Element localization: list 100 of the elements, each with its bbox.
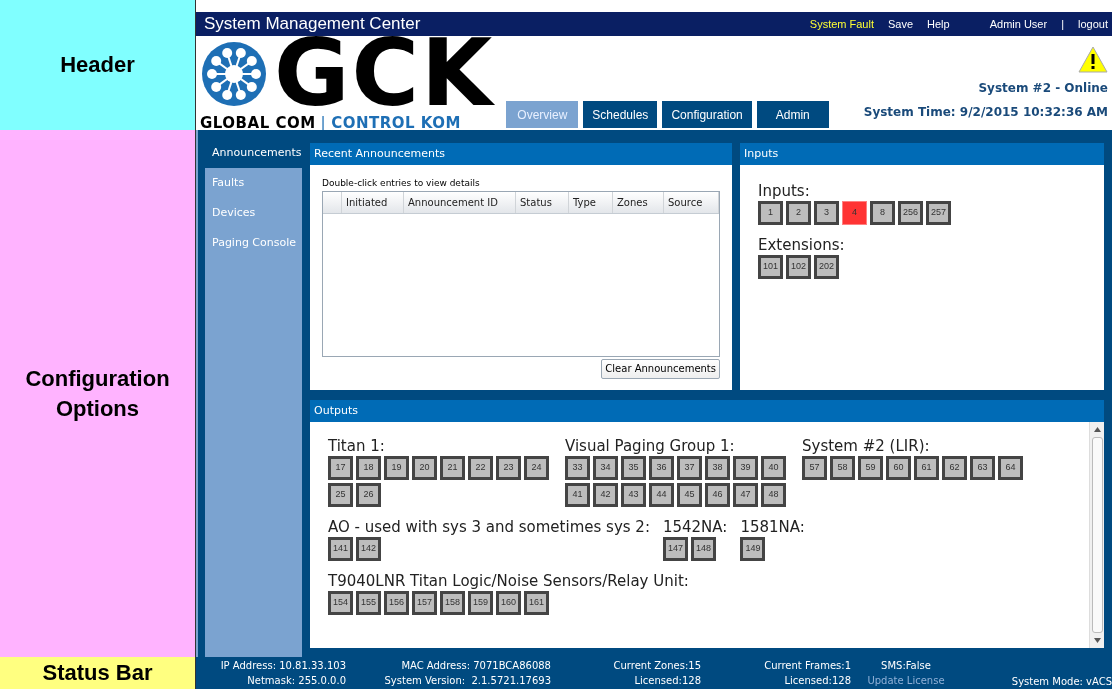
header-link[interactable]: Help bbox=[927, 15, 950, 33]
logo-text: CONTROL KOM bbox=[331, 113, 461, 134]
clear-announcements-button[interactable]: Clear Announcements bbox=[601, 358, 720, 379]
scroll-down-icon[interactable] bbox=[1093, 638, 1101, 643]
output-tile[interactable]: 160 bbox=[496, 591, 521, 615]
output-tile[interactable]: 37 bbox=[677, 456, 702, 480]
status-text: Netmask: 255.0.0.0 bbox=[247, 674, 346, 688]
output-tile[interactable]: 62 bbox=[942, 456, 967, 480]
output-tile[interactable]: 63 bbox=[970, 456, 995, 480]
scroll-up-icon[interactable] bbox=[1093, 427, 1101, 432]
status-text: System Version: 2.1.5721.17693 bbox=[384, 674, 551, 688]
output-tile[interactable]: 58 bbox=[830, 456, 855, 480]
output-tile[interactable]: 1 bbox=[758, 201, 783, 225]
output-tile[interactable]: 24 bbox=[524, 456, 549, 480]
output-tile[interactable]: 159 bbox=[468, 591, 493, 615]
output-tile[interactable]: 60 bbox=[886, 456, 911, 480]
output-tile[interactable]: 34 bbox=[593, 456, 618, 480]
update-license-link[interactable]: Update License bbox=[867, 673, 945, 688]
logo-text: GLOBAL COM bbox=[200, 113, 316, 134]
output-tile[interactable]: 42 bbox=[593, 483, 618, 507]
output-tile[interactable]: 47 bbox=[733, 483, 758, 507]
annotation-band: Status Bar bbox=[0, 657, 195, 689]
header-link[interactable]: logout bbox=[1078, 15, 1108, 33]
column-header[interactable]: Type bbox=[569, 191, 613, 213]
output-tile[interactable]: 20 bbox=[412, 456, 437, 480]
sidebar-item[interactable]: Announcements bbox=[205, 138, 302, 168]
output-tile[interactable]: 46 bbox=[705, 483, 730, 507]
output-tile[interactable]: 22 bbox=[468, 456, 493, 480]
output-tile[interactable]: 161 bbox=[524, 591, 549, 615]
output-tile[interactable]: 40 bbox=[761, 456, 786, 480]
group-label: 1581NA: bbox=[740, 517, 805, 537]
output-tile[interactable]: 148 bbox=[690, 537, 716, 561]
output-tile[interactable]: 3 bbox=[814, 201, 839, 225]
output-tile[interactable]: 147 bbox=[662, 537, 688, 561]
output-tile[interactable]: 257 bbox=[926, 201, 951, 225]
app-title: System Management Center bbox=[204, 13, 421, 36]
output-tile[interactable]: 141 bbox=[328, 537, 353, 561]
output-tile[interactable]: 38 bbox=[705, 456, 730, 480]
group-label: Visual Paging Group 1: bbox=[565, 436, 736, 456]
annotation-band: Configuration Options bbox=[0, 130, 195, 657]
nav-tab[interactable]: Configuration bbox=[662, 101, 752, 128]
nav-tab[interactable]: Schedules bbox=[583, 101, 658, 128]
output-tile[interactable]: 23 bbox=[496, 456, 521, 480]
output-tile[interactable]: 33 bbox=[565, 456, 590, 480]
output-tile[interactable]: 4 bbox=[842, 201, 867, 225]
output-tile[interactable]: 59 bbox=[858, 456, 883, 480]
output-tile[interactable]: 21 bbox=[440, 456, 465, 480]
column-header[interactable]: Initiated bbox=[342, 191, 404, 213]
status-text: SMS:False bbox=[881, 659, 931, 673]
output-tile[interactable]: 158 bbox=[440, 591, 465, 615]
status-text: Licensed:128 bbox=[784, 674, 851, 688]
header-link[interactable]: System Fault bbox=[809, 15, 874, 33]
output-tile[interactable]: 202 bbox=[814, 255, 839, 279]
group-label: Titan 1: bbox=[328, 436, 386, 456]
column-header[interactable]: Zones bbox=[613, 191, 664, 213]
output-tile[interactable]: 19 bbox=[384, 456, 409, 480]
output-tile[interactable]: 35 bbox=[621, 456, 646, 480]
group-label: 1542NA: bbox=[662, 517, 728, 537]
column-header[interactable]: Announcement ID bbox=[404, 191, 516, 213]
output-tile[interactable]: 155 bbox=[356, 591, 381, 615]
output-tile[interactable]: 17 bbox=[328, 456, 353, 480]
output-tile[interactable]: 48 bbox=[761, 483, 786, 507]
output-tile[interactable]: 154 bbox=[328, 591, 353, 615]
output-tile[interactable]: 61 bbox=[914, 456, 939, 480]
output-tile[interactable]: 64 bbox=[998, 456, 1023, 480]
status-text: Current Frames:1 bbox=[764, 659, 851, 673]
output-tile[interactable]: 2 bbox=[786, 201, 811, 225]
group-label: T9040LNR Titan Logic/Noise Sensors/Relay Unit: bbox=[328, 571, 689, 591]
output-tile[interactable]: 41 bbox=[565, 483, 590, 507]
output-tile[interactable]: 142 bbox=[356, 537, 381, 561]
output-tile[interactable]: 25 bbox=[328, 483, 353, 507]
column-header[interactable]: Source bbox=[664, 191, 719, 213]
output-tile[interactable]: 45 bbox=[677, 483, 702, 507]
nav-tab[interactable]: Admin bbox=[756, 101, 829, 128]
network-logo-icon bbox=[200, 40, 268, 108]
output-tile[interactable]: 26 bbox=[356, 483, 381, 507]
warning-icon bbox=[1078, 46, 1108, 73]
output-tile[interactable]: 256 bbox=[898, 201, 923, 225]
group-label: AO - used with sys 3 and sometimes sys 2: bbox=[328, 517, 650, 537]
scrollbar[interactable] bbox=[1089, 422, 1104, 648]
output-tile[interactable]: 157 bbox=[412, 591, 437, 615]
output-tile[interactable]: 101 bbox=[758, 255, 783, 279]
system-status: System #2 - Online bbox=[978, 80, 1108, 97]
output-tile[interactable]: 156 bbox=[384, 591, 409, 615]
output-tile[interactable]: 102 bbox=[786, 255, 811, 279]
output-tile[interactable]: 149 bbox=[740, 537, 766, 561]
logo-wordmark: GCK bbox=[274, 38, 495, 110]
output-tile[interactable]: 43 bbox=[621, 483, 646, 507]
output-tile[interactable]: 8 bbox=[870, 201, 895, 225]
header-link[interactable]: Admin User bbox=[989, 15, 1048, 33]
column-header[interactable]: Status bbox=[516, 191, 569, 213]
group-label: System #2 (LIR): bbox=[802, 436, 931, 456]
header-link[interactable]: Save bbox=[888, 15, 914, 33]
output-tile[interactable]: 18 bbox=[356, 456, 381, 480]
status-text: MAC Address: 7071BCA86088 bbox=[401, 659, 551, 673]
output-tile[interactable]: 39 bbox=[733, 456, 758, 480]
output-tile[interactable]: 36 bbox=[649, 456, 674, 480]
output-tile[interactable]: 57 bbox=[802, 456, 827, 480]
output-tile[interactable]: 44 bbox=[649, 483, 674, 507]
status-text: Current Zones:15 bbox=[613, 659, 701, 673]
